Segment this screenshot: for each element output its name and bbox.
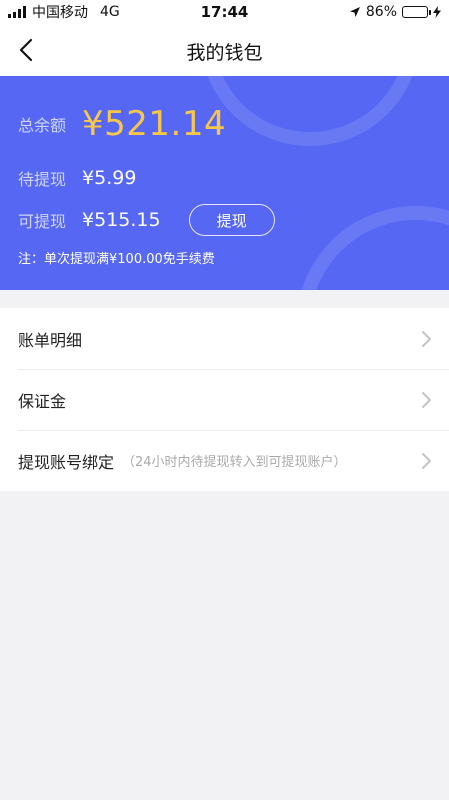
carrier-name: 中国移动 bbox=[32, 5, 88, 21]
menu-item-label: 保证金 bbox=[18, 391, 67, 411]
withdraw-button[interactable]: 提现 bbox=[188, 204, 275, 236]
network-type: 4G bbox=[100, 4, 120, 20]
pending-row: 待提现 ¥5.99 bbox=[18, 166, 136, 190]
status-bar: 中国移动 4G 17:44 86% bbox=[0, 0, 449, 24]
chevron-right-icon bbox=[422, 453, 431, 469]
nav-bar: 我的钱包 bbox=[0, 24, 449, 76]
page-title: 我的钱包 bbox=[186, 42, 263, 64]
wallet-card: 总余额 ¥521.14 待提现 ¥5.99 可提现 ¥515.15 提现 注：单… bbox=[0, 76, 449, 290]
status-left: 中国移动 4G bbox=[8, 2, 120, 22]
total-balance-amount: ¥521.14 bbox=[82, 104, 227, 144]
pending-amount: ¥5.99 bbox=[82, 167, 137, 189]
signal-icon bbox=[8, 6, 26, 18]
decorative-circle bbox=[200, 76, 420, 146]
total-balance-row: 总余额 ¥521.14 bbox=[18, 104, 226, 144]
menu-item-label: 提现账号绑定 bbox=[18, 452, 115, 472]
decorative-circle bbox=[296, 206, 449, 290]
menu-item-deposit[interactable]: 保证金 bbox=[0, 369, 449, 430]
menu-item-bill-details[interactable]: 账单明细 bbox=[0, 308, 449, 369]
menu-item-label: 账单明细 bbox=[18, 330, 83, 350]
menu-item-withdraw-account[interactable]: 提现账号绑定 （24小时内待提现转入到可提现账户） bbox=[0, 430, 449, 491]
bolt-icon bbox=[433, 6, 441, 18]
available-amount: ¥515.15 bbox=[82, 209, 161, 231]
chevron-right-icon bbox=[422, 331, 431, 347]
battery-icon bbox=[402, 6, 431, 18]
total-balance-label: 总余额 bbox=[18, 116, 67, 135]
available-label: 可提现 bbox=[18, 212, 67, 231]
location-arrow-icon bbox=[349, 7, 360, 17]
chevron-right-icon bbox=[422, 392, 431, 408]
menu-item-hint: （24小时内待提现转入到可提现账户） bbox=[122, 455, 347, 470]
status-right: 86% bbox=[349, 4, 441, 20]
battery-percent: 86% bbox=[365, 4, 397, 20]
fee-note: 注：单次提现满¥100.00免手续费 bbox=[18, 252, 215, 267]
pending-label: 待提现 bbox=[18, 170, 67, 189]
menu-list: 账单明细 保证金 提现账号绑定 （24小时内待提现转入到可提现账户） bbox=[0, 308, 449, 491]
available-row: 可提现 ¥515.15 提现 bbox=[18, 204, 275, 236]
